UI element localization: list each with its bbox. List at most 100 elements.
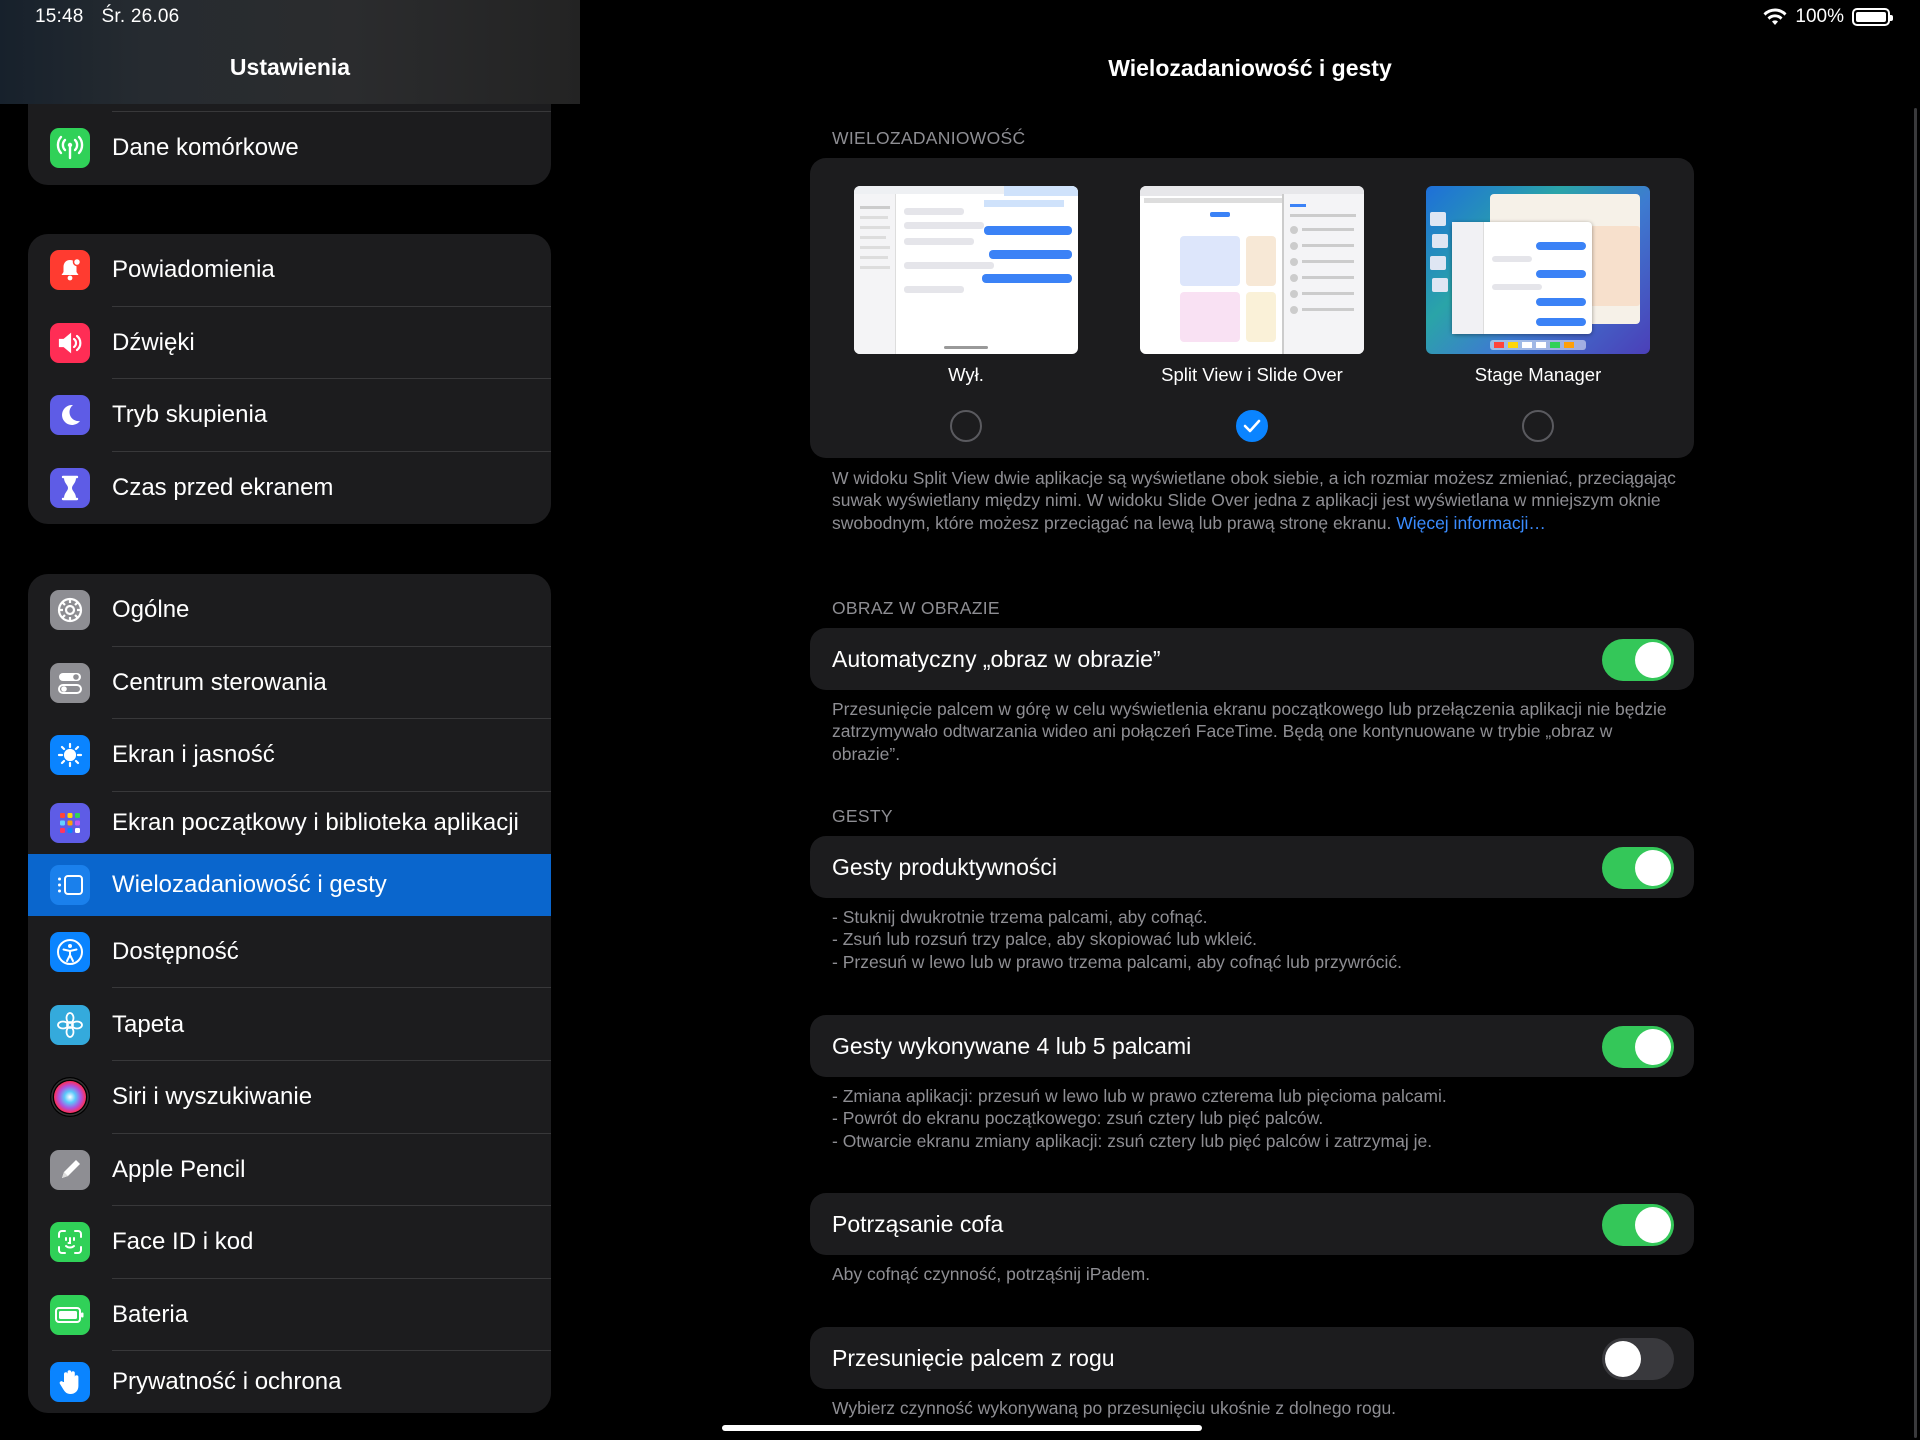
wifi-icon: [1763, 8, 1787, 25]
battery-indicator-icon: [1852, 8, 1893, 26]
sidebar-item-siri[interactable]: Siri i wyszukiwanie: [28, 1061, 551, 1134]
multitasking-icon: [50, 864, 90, 905]
speaker-icon: [50, 322, 90, 363]
app-grid-icon: [50, 802, 90, 843]
option-label-split-view: Split View i Slide Over: [1161, 364, 1343, 385]
sidebar-group-general: Ogólne Centrum sterowania Ekran i jasnoś…: [28, 574, 551, 1414]
sidebar-item-label: Ekran i jasność: [112, 741, 275, 769]
sidebar-item-apple-pencil[interactable]: Apple Pencil: [28, 1134, 551, 1207]
sidebar-item-control-center[interactable]: Centrum sterowania: [28, 647, 551, 720]
option-label-stage-manager: Stage Manager: [1474, 364, 1602, 385]
sidebar-item-label: Bateria: [112, 1301, 189, 1329]
battery-icon: [50, 1295, 90, 1336]
sidebar-item-privacy[interactable]: Prywatność i ochrona: [28, 1351, 551, 1413]
corner-swipe-description: Wybierz czynność wykonywaną po przesunię…: [832, 1398, 1397, 1418]
sidebar-item-label: Tryb skupienia: [112, 401, 268, 429]
sidebar-item-wallpaper[interactable]: Tapeta: [28, 988, 551, 1061]
toggles-icon: [50, 662, 90, 703]
sidebar-item-label: Siri i wyszukiwanie: [112, 1083, 313, 1111]
sidebar-item-face-id[interactable]: Face ID i kod: [28, 1206, 551, 1279]
sidebar-item-general[interactable]: Ogólne: [28, 574, 551, 647]
multitasking-description-text: W widoku Split View dwie aplikacje są wy…: [832, 468, 1676, 533]
face-id-icon: [50, 1222, 90, 1263]
sidebar-item-cellular[interactable]: Dane komórkowe: [28, 112, 551, 185]
battery-percent: 100%: [1795, 6, 1844, 27]
status-bar-right: 100%: [1763, 6, 1893, 28]
preview-stage-manager-image: [1426, 186, 1650, 354]
sidebar: Ustawienia Dane komórkowe Powiadomienia: [0, 0, 580, 1440]
sidebar-item-label: Prywatność i ochrona: [112, 1368, 342, 1396]
flower-icon: [50, 1004, 90, 1045]
pip-auto-row: Automatyczny „obraz w obrazie”: [810, 628, 1694, 690]
status-time: 15:48: [35, 6, 84, 27]
preview-off-image: [854, 186, 1078, 354]
sidebar-item-sounds[interactable]: Dźwięki: [28, 307, 551, 380]
sidebar-item-label: Ekran początkowy i biblioteka aplikacji: [112, 808, 519, 836]
sidebar-item-label: Tapeta: [112, 1010, 185, 1038]
sidebar-item-notifications[interactable]: Powiadomienia: [28, 234, 551, 307]
preview-split-view-image: [1140, 186, 1364, 354]
pip-auto-label: Automatyczny „obraz w obrazie”: [832, 646, 1161, 672]
bell-icon: [50, 250, 90, 291]
checkmark-icon: [1243, 419, 1261, 433]
sidebar-item-label: Dostępność: [112, 938, 239, 966]
status-bar-left: 15:48 Śr. 26.06: [35, 6, 197, 28]
radio-split-view[interactable]: [1236, 410, 1268, 442]
productivity-gestures-description: - Stuknij dwukrotnie trzema palcami, aby…: [832, 907, 1402, 972]
four-five-finger-gestures-description: - Zmiana aplikacji: przesuń w lewo lub w…: [832, 1086, 1447, 1151]
sidebar-item-label: Powiadomienia: [112, 256, 275, 284]
status-date: Śr. 26.06: [101, 6, 180, 27]
section-header-gestures: GESTY: [832, 806, 893, 826]
four-five-finger-gestures-toggle[interactable]: [1602, 1026, 1674, 1068]
multitasking-option-off[interactable]: Wył.: [854, 186, 1078, 386]
sidebar-item-multitasking[interactable]: Wielozadaniowość i gesty: [28, 853, 551, 916]
shake-to-undo-row: Potrząsanie cofa: [810, 1193, 1694, 1255]
shake-to-undo-toggle[interactable]: [1602, 1204, 1674, 1246]
sidebar-item-label: Centrum sterowania: [112, 668, 327, 696]
page-title: Wielozadaniowość i gesty: [1108, 55, 1392, 81]
multitasking-description: W widoku Split View dwie aplikacje są wy…: [832, 467, 1682, 534]
pencil-icon: [50, 1149, 90, 1190]
antenna-icon: [50, 128, 90, 169]
productivity-gestures-toggle[interactable]: [1602, 847, 1674, 889]
option-label-off: Wył.: [948, 364, 984, 385]
corner-swipe-label: Przesunięcie palcem z rogu: [832, 1345, 1115, 1371]
sidebar-item-label: Czas przed ekranem: [112, 474, 334, 502]
hourglass-icon: [50, 468, 90, 509]
moon-icon: [50, 395, 90, 436]
sidebar-item-accessibility[interactable]: Dostępność: [28, 916, 551, 989]
hand-icon: [50, 1362, 90, 1403]
accessibility-icon: [50, 932, 90, 973]
sidebar-item-label: Wielozadaniowość i gesty: [112, 870, 387, 898]
corner-swipe-toggle[interactable]: [1602, 1338, 1674, 1380]
sidebar-item-screen-time[interactable]: Czas przed ekranem: [28, 452, 551, 525]
sidebar-item-label: Ogólne: [112, 596, 190, 624]
gear-icon: [50, 590, 90, 631]
sidebar-group-notifications: Powiadomienia Dźwięki Tryb skupienia Cza…: [28, 234, 551, 525]
more-info-link[interactable]: Więcej informacji…: [1396, 513, 1546, 533]
four-five-finger-gestures-label: Gesty wykonywane 4 lub 5 palcami: [832, 1033, 1192, 1059]
sidebar-item-label: Apple Pencil: [112, 1155, 246, 1183]
sidebar-item-battery[interactable]: Bateria: [28, 1279, 551, 1352]
sidebar-item-label: Face ID i kod: [112, 1228, 254, 1256]
pip-auto-toggle[interactable]: [1602, 639, 1674, 681]
section-header-pip: OBRAZ W OBRAZIE: [832, 598, 1000, 618]
sidebar-title: Ustawienia: [229, 54, 351, 80]
section-header-multitasking: WIELOZADANIOWOŚĆ: [832, 128, 1026, 148]
radio-stage-manager[interactable]: [1522, 410, 1554, 442]
sun-icon: [50, 735, 90, 776]
multitasking-option-split-view[interactable]: Split View i Slide Over: [1140, 186, 1364, 386]
sidebar-item-label: Dźwięki: [112, 328, 195, 356]
siri-icon: [50, 1077, 90, 1118]
pip-description: Przesunięcie palcem w górę w celu wyświe…: [832, 699, 1667, 764]
scroll-indicator[interactable]: [1914, 108, 1917, 1438]
productivity-gestures-row: Gesty produktywności: [810, 836, 1694, 898]
sidebar-item-focus[interactable]: Tryb skupienia: [28, 379, 551, 452]
radio-off[interactable]: [950, 410, 982, 442]
home-indicator[interactable]: [722, 1425, 1202, 1431]
sidebar-item-display[interactable]: Ekran i jasność: [28, 719, 551, 792]
multitasking-option-stage-manager[interactable]: Stage Manager: [1426, 186, 1650, 386]
multitasking-mode-card: Wył. Split View i Slide Over Stage Manag…: [810, 158, 1694, 458]
sidebar-item-home-screen[interactable]: Ekran początkowy i biblioteka aplikacji: [28, 792, 551, 854]
sidebar-item-label: Dane komórkowe: [112, 134, 299, 162]
